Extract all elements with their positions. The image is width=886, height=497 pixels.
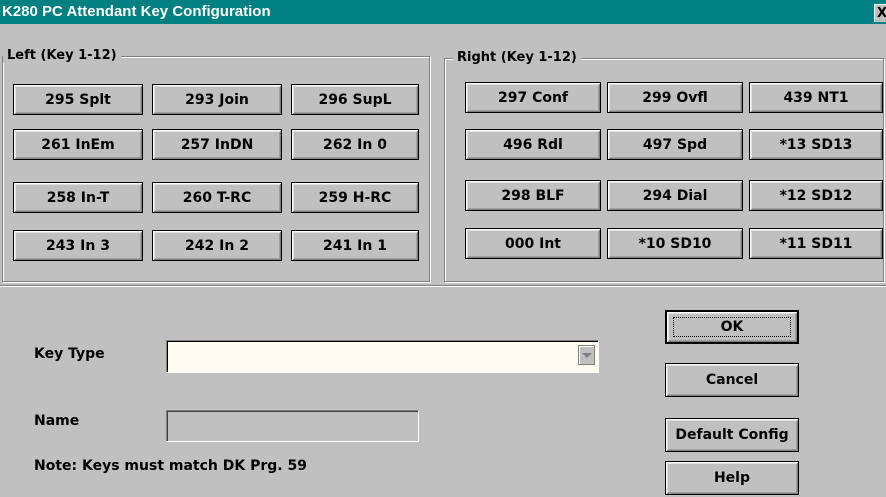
right-key-4[interactable]: 496 Rdl [465, 129, 601, 160]
note-text: Note: Keys must match DK Prg. 59 [34, 458, 307, 474]
right-key-10[interactable]: 000 Int [465, 228, 601, 259]
name-label: Name [34, 413, 80, 429]
help-button[interactable]: Help [665, 461, 799, 495]
left-group-label-text: Left (Key 1-12) [7, 48, 117, 63]
left-key-12[interactable]: 241 In 1 [291, 230, 419, 261]
cancel-button[interactable]: Cancel [665, 363, 799, 397]
left-key-9[interactable]: 259 H-RC [291, 182, 419, 213]
left-key-6[interactable]: 262 In 0 [291, 129, 419, 160]
right-key-6[interactable]: *13 SD13 [749, 129, 883, 160]
left-key-1[interactable]: 295 Splt [13, 84, 143, 115]
right-key-9[interactable]: *12 SD12 [749, 180, 883, 211]
left-key-5[interactable]: 257 InDN [152, 129, 282, 160]
dropdown-arrow-icon[interactable] [578, 345, 595, 365]
right-keys-group: Right (Key 1-12) 297 Conf 299 Ovfl 439 N… [444, 50, 884, 282]
left-group-label: Left (Key 1-12) [3, 48, 121, 63]
right-key-3[interactable]: 439 NT1 [749, 82, 883, 113]
name-field[interactable] [166, 410, 419, 442]
left-key-4[interactable]: 261 InEm [13, 129, 143, 160]
right-key-11[interactable]: *10 SD10 [607, 228, 743, 259]
left-key-8[interactable]: 260 T-RC [152, 182, 282, 213]
right-key-5[interactable]: 497 Spd [607, 129, 743, 160]
close-button[interactable]: X [874, 4, 886, 22]
key-type-label: Key Type [34, 346, 105, 362]
right-group-label: Right (Key 1-12) [453, 50, 581, 65]
left-key-11[interactable]: 242 In 2 [152, 230, 282, 261]
right-key-2[interactable]: 299 Ovfl [607, 82, 743, 113]
left-key-3[interactable]: 296 SupL [291, 84, 419, 115]
right-key-7[interactable]: 298 BLF [465, 180, 601, 211]
ok-button[interactable]: OK [665, 310, 799, 344]
left-key-7[interactable]: 258 In-T [13, 182, 143, 213]
right-key-8[interactable]: 294 Dial [607, 180, 743, 211]
default-config-button[interactable]: Default Config [665, 418, 799, 452]
left-key-2[interactable]: 293 Join [152, 84, 282, 115]
title-bar: K280 PC Attendant Key Configuration X [0, 0, 886, 24]
ok-button-label: OK [720, 319, 744, 335]
key-type-combobox[interactable] [166, 340, 599, 373]
right-group-label-text: Right (Key 1-12) [457, 50, 577, 65]
left-key-10[interactable]: 243 In 3 [13, 230, 143, 261]
window-title: K280 PC Attendant Key Configuration [2, 3, 271, 20]
left-keys-group: Left (Key 1-12) 295 Splt 293 Join 296 Su… [2, 48, 430, 282]
section-divider [0, 285, 886, 287]
right-key-12[interactable]: *11 SD11 [749, 228, 883, 259]
right-key-1[interactable]: 297 Conf [465, 82, 601, 113]
